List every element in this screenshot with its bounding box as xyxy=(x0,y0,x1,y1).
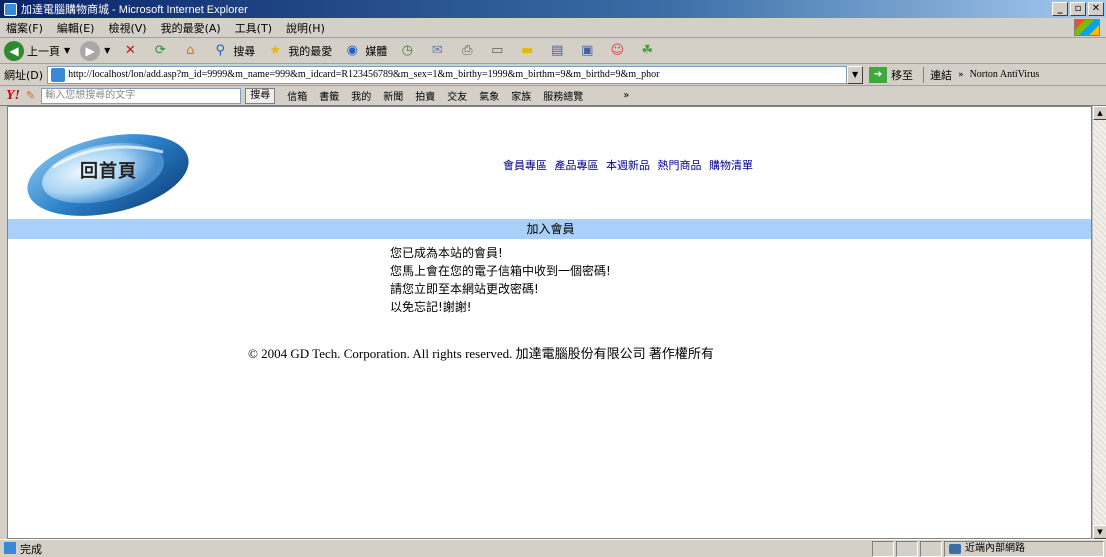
security-zone: 近端內部網路 xyxy=(944,540,1104,557)
favorites-button[interactable]: ★ 我的最愛 xyxy=(265,41,332,61)
forward-arrow-icon: ▶ xyxy=(80,40,101,61)
windows-logo-icon xyxy=(1074,19,1100,36)
yahoo-item-mail[interactable]: 信箱 xyxy=(287,88,307,103)
mail-icon[interactable]: ✉ xyxy=(427,41,447,61)
home-logo-button[interactable]: 回首頁 xyxy=(23,127,193,217)
folder-icon[interactable]: ▬ xyxy=(517,41,537,61)
message-line: 您馬上會在您的電子信箱中收到一個密碼! xyxy=(390,264,611,278)
menu-favorites[interactable]: 我的最愛(A) xyxy=(161,20,221,36)
back-dropdown-icon[interactable]: ▼ xyxy=(64,46,70,55)
vertical-scrollbar[interactable]: ▲ ▼ xyxy=(1092,106,1106,539)
standard-toolbar: ◀ 上一頁 ▼ ▶ ▼ ✕ ⟳ ⌂ ⚲ 搜尋 ★ 我的最愛 ◉ 媒體 ◷ ✉ ⎙… xyxy=(0,38,1106,64)
back-label: 上一頁 xyxy=(27,44,60,58)
scroll-up-icon[interactable]: ▲ xyxy=(1093,106,1106,120)
yahoo-item-dating[interactable]: 交友 xyxy=(447,88,467,103)
yahoo-more-chevron[interactable]: » xyxy=(623,90,629,101)
ie-icon xyxy=(4,2,17,16)
back-arrow-icon: ◀ xyxy=(4,40,24,61)
norton-antivirus-button[interactable]: Norton AntiVirus xyxy=(970,69,1040,80)
favorites-star-icon: ★ xyxy=(269,43,282,58)
yahoo-item-my[interactable]: 我的 xyxy=(351,88,371,103)
nav-shopping-cart[interactable]: 購物清單 xyxy=(709,159,753,172)
search-icon: ⚲ xyxy=(215,43,226,58)
yahoo-item-auction[interactable]: 拍賣 xyxy=(415,88,435,103)
yahoo-messenger-icon[interactable]: ☺ xyxy=(607,41,627,61)
nav-new-this-week[interactable]: 本週新品 xyxy=(606,159,650,172)
links-chevron[interactable]: » xyxy=(958,70,964,80)
yahoo-logo[interactable]: Y! xyxy=(6,88,20,104)
search-button[interactable]: ⚲ 搜尋 xyxy=(210,41,256,61)
message-line: 以免忘記!謝謝! xyxy=(390,300,472,314)
home-logo-text: 回首頁 xyxy=(80,161,137,182)
menu-file[interactable]: 檔案(F) xyxy=(6,20,43,36)
yahoo-search-input[interactable]: 輸入您想搜尋的文字 xyxy=(41,87,242,104)
forward-dropdown-icon[interactable]: ▼ xyxy=(104,46,110,55)
forward-button[interactable]: ▶ ▼ xyxy=(80,40,110,61)
status-panel xyxy=(872,540,894,557)
minimize-button[interactable]: _ xyxy=(1052,2,1068,16)
history-icon[interactable]: ◷ xyxy=(397,41,417,61)
yahoo-item-groups[interactable]: 家族 xyxy=(511,88,531,103)
address-input[interactable]: http://localhost/lon/add.asp?m_id=9999&m… xyxy=(47,65,848,84)
menu-bar: 檔案(F) 編輯(E) 檢視(V) 我的最愛(A) 工具(T) 說明(H) xyxy=(0,18,1106,38)
stop-icon[interactable]: ✕ xyxy=(120,41,140,61)
copyright-footer: © 2004 GD Tech. Corporation. All rights … xyxy=(248,346,714,361)
yahoo-search-button[interactable]: 搜尋 xyxy=(245,87,276,104)
confirmation-message: 您已成為本站的會員! 您馬上會在您的電子信箱中收到一個密碼! 請您立即至本網站更… xyxy=(390,244,611,316)
pencil-icon[interactable]: ✎ xyxy=(26,89,35,102)
links-button[interactable]: 連結 xyxy=(923,66,952,83)
message-line: 請您立即至本網站更改密碼! xyxy=(390,282,539,296)
nav-member-zone[interactable]: 會員專區 xyxy=(503,159,547,172)
menu-tools[interactable]: 工具(T) xyxy=(235,20,272,36)
yahoo-item-services[interactable]: 服務總覽 xyxy=(543,88,583,103)
page-icon xyxy=(51,67,66,82)
address-dropdown-icon[interactable]: ▼ xyxy=(847,65,864,84)
favorites-label: 我的最愛 xyxy=(288,44,333,58)
yahoo-toolbar: Y! ✎ 輸入您想搜尋的文字 搜尋 信箱 書籤 我的 新聞 拍賣 交友 氣象 家… xyxy=(0,86,1106,106)
edit-icon[interactable]: ▭ xyxy=(487,41,507,61)
status-text: 完成 xyxy=(0,541,872,557)
media-button[interactable]: ◉ 媒體 xyxy=(342,41,388,61)
status-panel xyxy=(920,540,942,557)
media-label: 媒體 xyxy=(365,44,388,58)
address-url: http://localhost/lon/add.asp?m_id=9999&m… xyxy=(68,69,660,80)
home-icon[interactable]: ⌂ xyxy=(180,41,200,61)
restore-button[interactable]: ▫ xyxy=(1070,2,1086,16)
section-banner: 加入會員 xyxy=(8,219,1091,239)
title-bar: 加達電腦購物商城 - Microsoft Internet Explorer _… xyxy=(0,0,1106,18)
nav-product-zone[interactable]: 產品專區 xyxy=(555,159,599,172)
nav-hot-products[interactable]: 熱門商品 xyxy=(658,159,702,172)
msn-icon[interactable]: ☘ xyxy=(637,41,657,61)
messenger-icon[interactable]: ▣ xyxy=(577,41,597,61)
window-title: 加達電腦購物商城 - Microsoft Internet Explorer xyxy=(21,4,248,16)
go-button[interactable]: 移至 xyxy=(891,67,913,83)
scroll-down-icon[interactable]: ▼ xyxy=(1093,525,1106,539)
media-icon: ◉ xyxy=(346,43,358,58)
menu-view[interactable]: 檢視(V) xyxy=(108,20,146,36)
search-label: 搜尋 xyxy=(233,44,256,58)
go-arrow-icon[interactable]: ➔ xyxy=(869,66,888,83)
address-bar: 網址(D) http://localhost/lon/add.asp?m_id=… xyxy=(0,64,1106,86)
menu-help[interactable]: 說明(H) xyxy=(286,20,325,36)
message-line: 您已成為本站的會員! xyxy=(390,246,503,260)
zone-label: 近端內部網路 xyxy=(965,542,1025,554)
yahoo-item-news[interactable]: 新聞 xyxy=(383,88,403,103)
print-icon[interactable]: ⎙ xyxy=(457,41,477,61)
page-content: 回首頁 會員專區 產品專區 本週新品 熱門商品 購物清單 加入會員 您已成為本站… xyxy=(7,106,1092,539)
status-panel xyxy=(896,540,918,557)
scroll-track[interactable] xyxy=(1093,120,1106,525)
back-button[interactable]: ◀ 上一頁 ▼ xyxy=(4,40,70,61)
menu-edit[interactable]: 編輯(E) xyxy=(57,20,95,36)
yahoo-item-bookmarks[interactable]: 書籤 xyxy=(319,88,339,103)
site-nav: 會員專區 產品專區 本週新品 熱門商品 購物清單 xyxy=(503,157,757,173)
refresh-icon[interactable]: ⟳ xyxy=(150,41,170,61)
research-icon[interactable]: ▤ xyxy=(547,41,567,61)
address-label: 網址(D) xyxy=(4,68,44,82)
close-button[interactable]: ✕ xyxy=(1088,2,1104,16)
yahoo-item-weather[interactable]: 氣象 xyxy=(479,88,499,103)
status-bar: 完成 近端內部網路 xyxy=(0,539,1106,557)
